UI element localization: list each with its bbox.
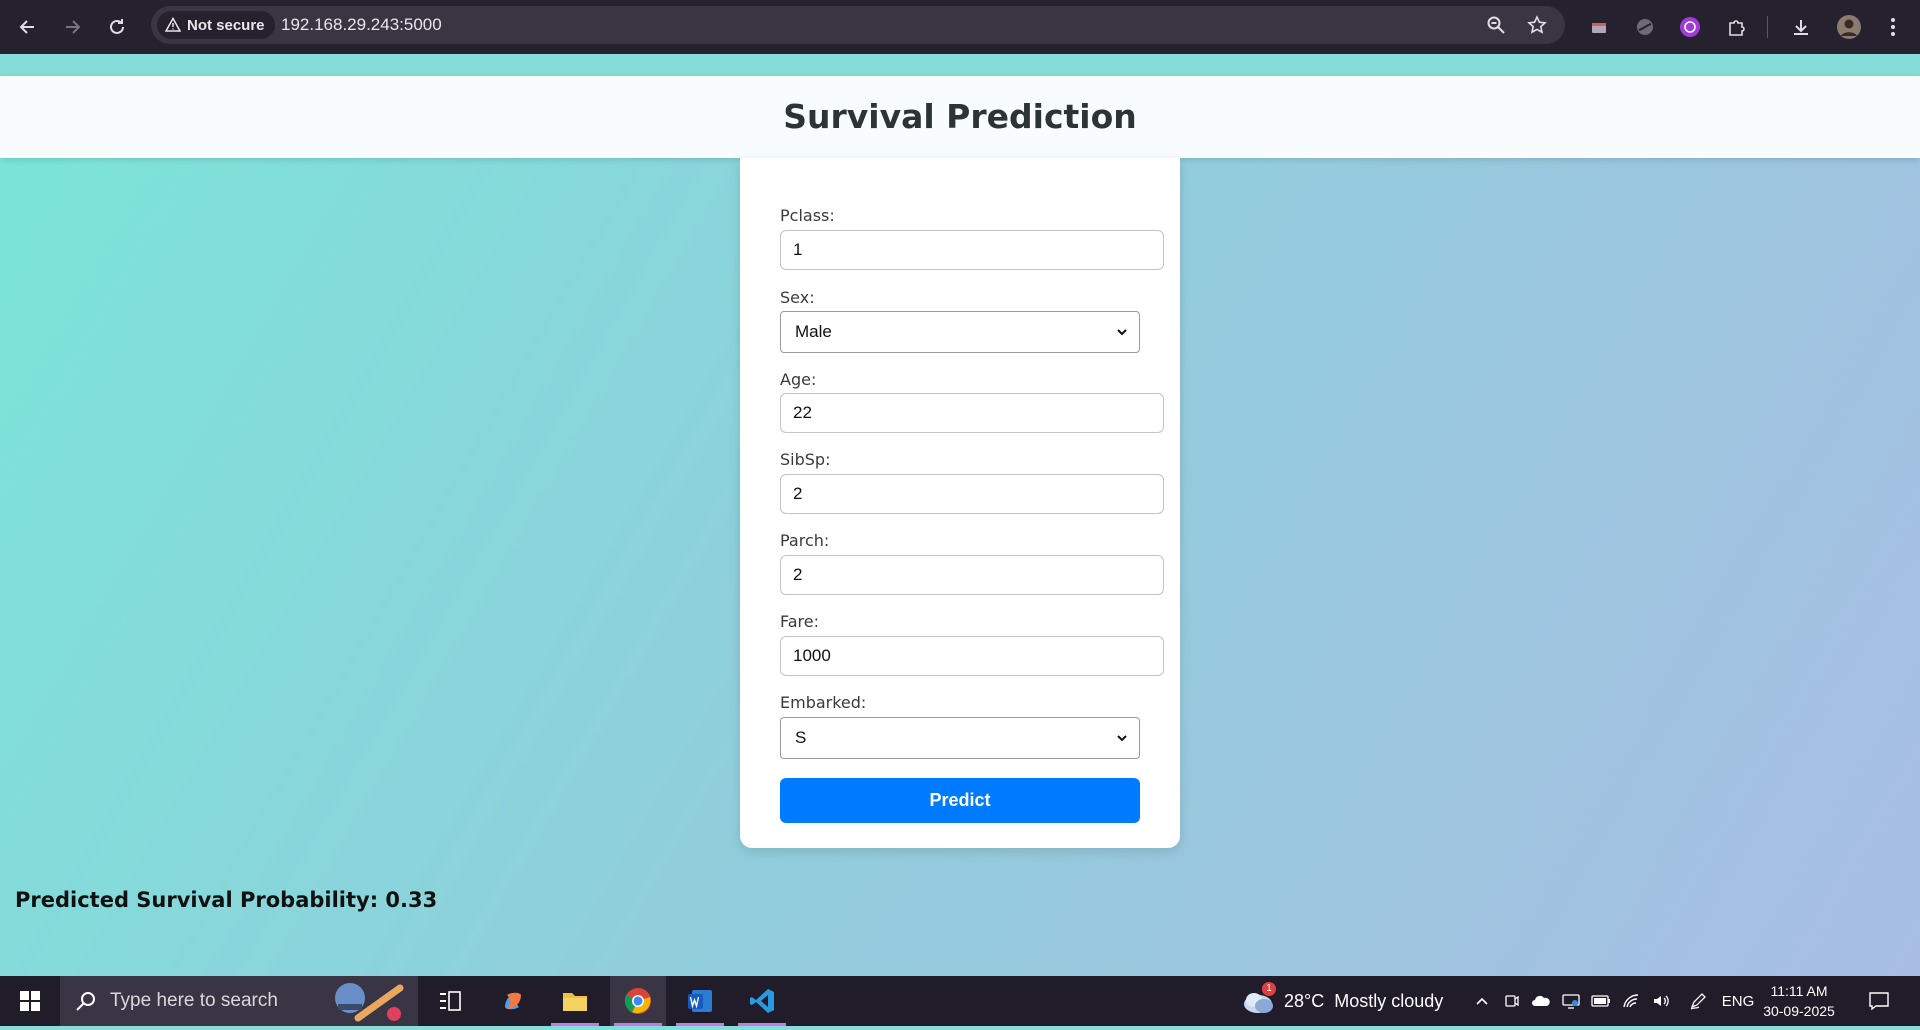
forward-arrow-icon <box>66 20 81 34</box>
clock-date: 30-09-2025 <box>1763 1003 1835 1019</box>
security-chip[interactable]: Not secure <box>157 11 275 39</box>
chrome-taskbar-icon[interactable] <box>610 976 666 1026</box>
age-label: Age: <box>780 370 817 389</box>
taskbar: Type here to search 1 28°C Mostly cloudy <box>0 976 1920 1026</box>
extension-purple-icon[interactable] <box>1676 13 1704 41</box>
prediction-result: Predicted Survival Probability: 0.33 <box>15 888 438 912</box>
clock-time: 11:11 AM <box>1770 983 1828 999</box>
onedrive-icon[interactable] <box>1529 976 1553 1026</box>
notifications-icon[interactable] <box>1864 976 1894 1026</box>
vscode-icon[interactable] <box>734 976 790 1026</box>
meet-icon[interactable] <box>1502 976 1522 1026</box>
sibsp-input[interactable]: 2 <box>780 474 1164 514</box>
search-icon <box>76 992 95 1011</box>
word-icon[interactable] <box>672 976 728 1026</box>
sex-label: Sex: <box>780 288 815 307</box>
battery-icon[interactable] <box>1590 976 1612 1026</box>
sibsp-label: SibSp: <box>780 450 831 469</box>
search-placeholder: Type here to search <box>110 990 278 1011</box>
chevron-down-icon <box>1117 329 1127 336</box>
display-icon[interactable] <box>1560 976 1582 1026</box>
embarked-label: Embarked: <box>780 693 867 712</box>
zoom-icon[interactable] <box>1484 13 1508 37</box>
parch-label: Parch: <box>780 531 830 550</box>
bookmark-star-icon[interactable] <box>1525 13 1549 37</box>
page-header: Survival Prediction <box>0 76 1920 158</box>
page-title: Survival Prediction <box>783 97 1137 136</box>
top-band <box>0 54 1920 76</box>
security-label: Not secure <box>187 16 265 34</box>
forward-button[interactable] <box>56 11 88 43</box>
pclass-input[interactable]: 1 <box>780 230 1164 270</box>
browser-toolbar: Not secure 192.168.29.243:5000 <box>0 0 1920 54</box>
parch-input[interactable]: 2 <box>780 555 1164 595</box>
file-explorer-icon[interactable] <box>547 976 603 1026</box>
windows-logo-icon <box>20 991 40 1011</box>
wifi-icon[interactable] <box>1620 976 1642 1026</box>
weather-temp: 28°C <box>1284 990 1325 1011</box>
weather-desc: Mostly cloudy <box>1334 990 1444 1011</box>
profile-avatar[interactable] <box>1835 13 1863 41</box>
toolbar-divider <box>1767 16 1768 38</box>
sex-select[interactable]: Male <box>780 311 1140 353</box>
url-text[interactable]: 192.168.29.243:5000 <box>281 15 442 35</box>
chevron-down-icon <box>1117 735 1127 742</box>
start-button[interactable] <box>2 976 58 1026</box>
back-arrow-icon <box>19 20 34 34</box>
address-bar[interactable]: Not secure 192.168.29.243:5000 <box>151 6 1565 44</box>
language-indicator[interactable]: ENG <box>1720 976 1756 1026</box>
task-view-icon[interactable] <box>422 976 478 1026</box>
prediction-form: Pclass: 1 Sex: Male Age: 22 SibSp: 2 Par… <box>740 158 1180 848</box>
weather-alert-badge: 1 <box>1262 982 1276 996</box>
browser-menu-icon[interactable] <box>1879 13 1907 41</box>
cricket-illustration-icon <box>335 983 404 1022</box>
weather-widget[interactable]: 1 28°C Mostly cloudy <box>1240 976 1443 1026</box>
age-input[interactable]: 22 <box>780 393 1164 433</box>
taskbar-search[interactable]: Type here to search <box>60 976 418 1026</box>
copilot-icon[interactable] <box>485 976 541 1026</box>
fare-label: Fare: <box>780 612 819 631</box>
reload-button[interactable] <box>101 11 133 43</box>
extension-circle-icon[interactable] <box>1631 13 1659 41</box>
embarked-selected-value: S <box>795 728 807 747</box>
page-viewport: Survival Prediction Pclass: 1 Sex: Male … <box>0 54 1920 1030</box>
volume-icon[interactable] <box>1650 976 1672 1026</box>
reload-icon <box>110 19 124 34</box>
warning-icon <box>165 17 181 32</box>
back-button[interactable] <box>12 11 44 43</box>
sex-selected-value: Male <box>795 322 832 341</box>
chevron-up-icon[interactable] <box>1472 976 1492 1026</box>
extension-cast-icon[interactable] <box>1585 13 1613 41</box>
cloud-weather-icon: 1 <box>1240 982 1276 1016</box>
predict-button[interactable]: Predict <box>780 778 1140 823</box>
taskbar-clock[interactable]: 11:11 AM 30-09-2025 <box>1762 981 1836 1021</box>
embarked-select[interactable]: S <box>780 717 1140 759</box>
extensions-puzzle-icon[interactable] <box>1722 13 1750 41</box>
fare-input[interactable]: 1000 <box>780 636 1164 676</box>
downloads-icon[interactable] <box>1787 13 1815 41</box>
pen-icon[interactable] <box>1686 976 1710 1026</box>
pclass-label: Pclass: <box>780 206 835 225</box>
